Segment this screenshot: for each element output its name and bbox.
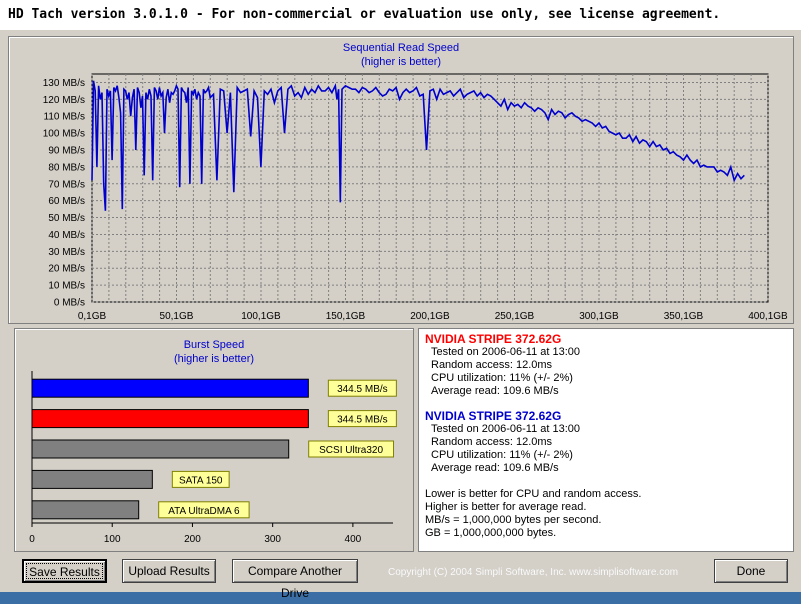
copyright-text: Copyright (C) 2004 Simpli Software, Inc.…	[388, 567, 679, 578]
result-1-tested: Tested on 2006-06-11 at 13:00	[431, 346, 581, 358]
burst-bar-label: ATA UltraDMA 6	[168, 506, 240, 517]
burst-bar-label: SCSI Ultra320	[319, 445, 383, 456]
burst-bar-label: 344.5 MB/s	[337, 415, 388, 426]
note-higher: Higher is better for average read.	[425, 501, 587, 513]
burst-x-tick-label: 400	[345, 534, 362, 545]
result-2-name: NVIDIA STRIPE 372.62G	[425, 409, 562, 423]
burst-bar	[31, 409, 309, 429]
result-2-random: Random access: 12.0ms	[431, 436, 553, 448]
compare-another-drive-button[interactable]: Compare Another Drive	[232, 559, 358, 600]
result-2-tested: Tested on 2006-06-11 at 13:00	[431, 423, 581, 435]
burst-svg: 0 100 200 300 400 344.5 MB/s 344.5 MB/s SCSI Ul…	[29, 371, 397, 545]
note-gb: GB = 1,000,000,000 bytes.	[425, 527, 557, 539]
burst-bar	[31, 439, 290, 459]
note-mbs: MB/s = 1,000,000 bytes per second.	[425, 514, 602, 526]
seq-x-tick-label: 300,1GB	[579, 311, 619, 322]
burst-bar-label: 344.5 MB/s	[337, 384, 388, 395]
upload-results-button[interactable]: Upload Results	[122, 559, 216, 583]
result-1-name: NVIDIA STRIPE 372.62G	[425, 332, 562, 346]
burst-x-tick-label: 300	[264, 534, 281, 545]
result-2-cpu: CPU utilization: 11% (+/- 2%)	[431, 449, 573, 461]
result-1-random: Random access: 12.0ms	[431, 359, 553, 371]
burst-x-tick-label: 0	[29, 534, 35, 545]
seq-x-tick-label: 400,1GB	[748, 311, 788, 322]
burst-x-tick-label: 100	[104, 534, 121, 545]
result-1-cpu: CPU utilization: 11% (+/- 2%)	[431, 372, 573, 384]
seq-x-tick-label: 350,1GB	[664, 311, 704, 322]
burst-bar	[31, 469, 153, 489]
seq-x-tick-label: 250,1GB	[495, 311, 535, 322]
result-2-avg: Average read: 109.6 MB/s	[431, 462, 559, 474]
burst-bar	[31, 378, 309, 398]
hdtach-window: HD Tach version 3.0.1.0 - For non-commer…	[0, 0, 801, 600]
done-button[interactable]: Done	[714, 559, 788, 583]
burst-bar-label: SATA 150	[179, 475, 223, 486]
burst-x-tick-label: 200	[184, 534, 201, 545]
save-results-button[interactable]: Save Results	[22, 559, 107, 583]
burst-bar	[31, 500, 140, 520]
result-1-avg: Average read: 109.6 MB/s	[431, 385, 559, 397]
results-panel: NVIDIA STRIPE 372.62G Tested on 2006-06-…	[418, 328, 794, 552]
note-lower: Lower is better for CPU and random acces…	[425, 488, 642, 500]
